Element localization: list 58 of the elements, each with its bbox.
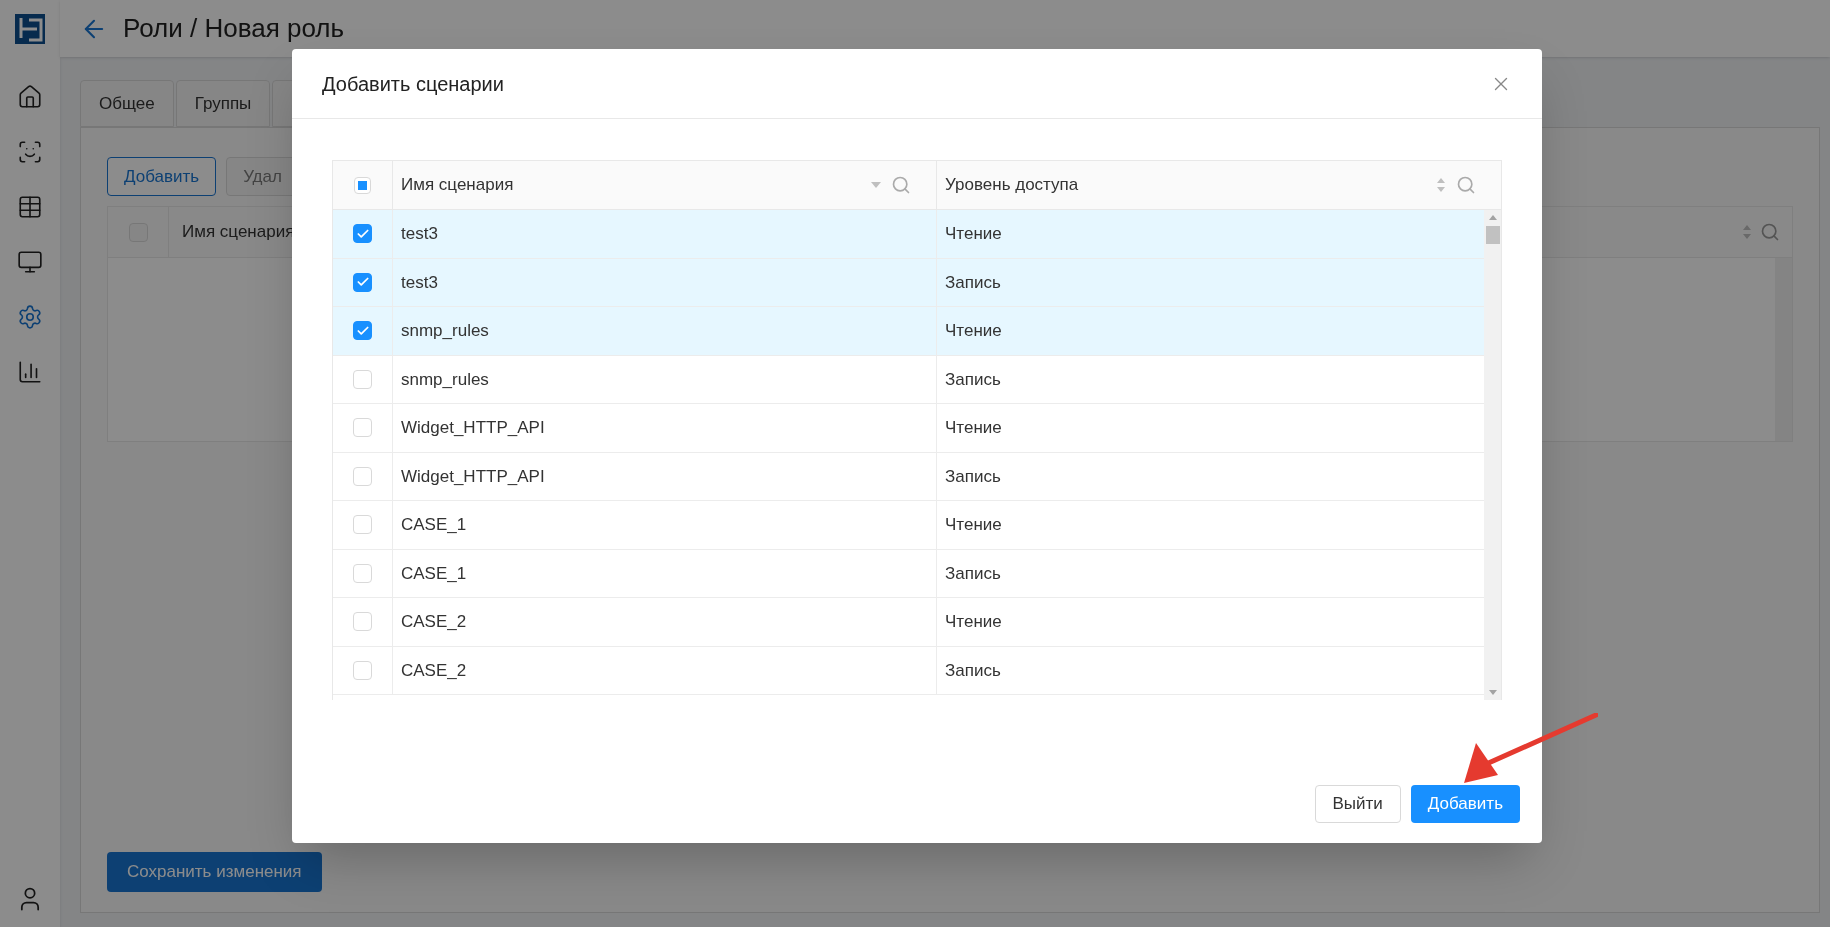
checkbox[interactable]	[353, 272, 372, 292]
column-header: Имя сценария	[401, 174, 514, 197]
sort-icon[interactable]	[1436, 176, 1446, 194]
filter-caret-icon[interactable]	[871, 182, 881, 188]
column-header: Уровень доступа	[945, 174, 1079, 197]
page-title: Роли / Новая роль	[123, 12, 345, 45]
table-row[interactable]: snmp_rules Чтение	[333, 307, 1484, 356]
table-cell-text: snmp_rules	[401, 320, 489, 342]
table-row[interactable]: Widget_HTTP_API Запись	[333, 452, 1484, 501]
table-cell-text: CASE_1	[401, 562, 467, 585]
monitor-icon[interactable]	[17, 249, 43, 275]
scroll-down-icon[interactable]	[1488, 690, 1497, 695]
table-cell-text: Запись	[945, 271, 1001, 294]
scrollbar-thumb[interactable]	[1485, 226, 1500, 244]
checkbox[interactable]	[353, 321, 372, 341]
table-cell-text: snmp_rules	[401, 368, 489, 391]
table-cell-text: CASE_2	[401, 611, 467, 633]
bar-chart-icon[interactable]	[17, 359, 43, 385]
table-cell-text: test3	[401, 223, 438, 245]
table-cell-text: test3	[401, 271, 438, 294]
table-row[interactable]: Widget_HTTP_API Чтение	[333, 404, 1484, 453]
table-cell-text: Чтение	[945, 417, 1002, 439]
search-icon[interactable]	[1456, 175, 1476, 195]
table-cell-text: Запись	[945, 659, 1001, 682]
settings-icon[interactable]	[17, 304, 43, 330]
table-cell-text: CASE_1	[401, 514, 467, 536]
checkbox[interactable]	[353, 224, 372, 244]
app-logo[interactable]	[15, 14, 45, 44]
search-icon[interactable]	[1760, 222, 1780, 242]
table-row[interactable]: CASE_1 Чтение	[333, 501, 1484, 550]
table-cell-text: Чтение	[945, 611, 1002, 633]
table-row[interactable]: CASE_1 Запись	[333, 549, 1484, 598]
scrollbar[interactable]	[1484, 210, 1501, 700]
table-row[interactable]: snmp_rules Запись	[333, 355, 1484, 404]
dialog-title: Добавить сценарии	[322, 71, 504, 97]
tab[interactable]: Общее	[80, 80, 174, 127]
table-cell-text: Чтение	[945, 320, 1002, 342]
table-row[interactable]: CASE_2 Чтение	[333, 598, 1484, 647]
table-icon[interactable]	[17, 194, 43, 220]
search-icon[interactable]	[891, 175, 911, 195]
table-cell-text: Чтение	[945, 223, 1002, 245]
table-cell-text: Widget_HTTP_API	[401, 465, 545, 488]
table-row[interactable]: CASE_2 Запись	[333, 646, 1484, 695]
table-cell-text: Запись	[945, 465, 1001, 488]
exit-button[interactable]: Выйти	[1314, 785, 1401, 823]
select-all-checkbox[interactable]	[354, 176, 371, 194]
table-cell-text: Widget_HTTP_API	[401, 417, 545, 439]
scroll-up-icon[interactable]	[1488, 215, 1497, 220]
table-row[interactable]: test3 Чтение	[333, 210, 1484, 259]
home-icon[interactable]	[17, 84, 43, 110]
table-cell-text: Чтение	[945, 514, 1002, 536]
table-cell-text: Запись	[945, 368, 1001, 391]
tab[interactable]: Группы	[175, 80, 271, 127]
face-icon[interactable]	[17, 139, 43, 165]
sort-icon[interactable]	[1742, 223, 1752, 241]
table-cell-text: Запись	[945, 562, 1001, 585]
table-row[interactable]: test3 Запись	[333, 258, 1484, 307]
table-cell-text: CASE_2	[401, 659, 467, 682]
